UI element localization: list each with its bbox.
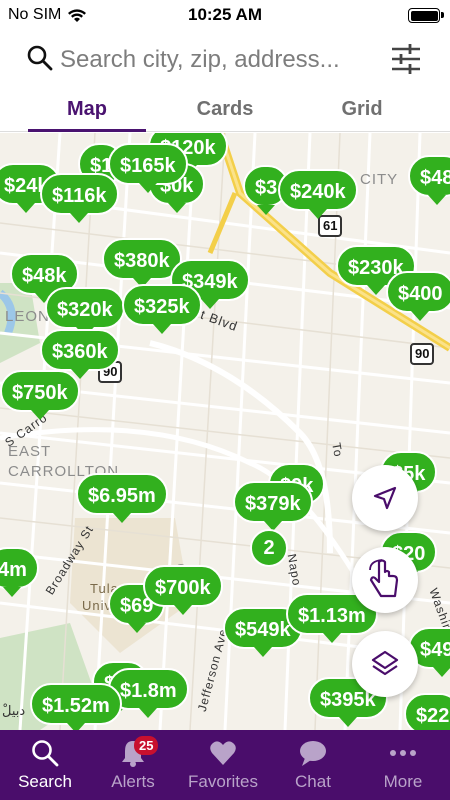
price-pin[interactable]: $325k — [122, 284, 202, 334]
nav-chat[interactable]: Chat — [268, 730, 358, 800]
nav-label: Alerts — [111, 772, 155, 791]
price-pin[interactable]: $400 — [386, 271, 450, 321]
battery-cap — [441, 12, 444, 18]
price-pin[interactable]: $700k — [143, 565, 223, 615]
map-label-leon: LEON — [5, 308, 50, 325]
map-label-city: CITY — [360, 171, 399, 188]
nav-search[interactable]: Search — [0, 730, 90, 800]
tab-grid[interactable]: Grid — [287, 88, 437, 132]
search-input[interactable] — [60, 42, 380, 78]
search-icon — [32, 740, 59, 767]
nav-label: More — [383, 772, 423, 791]
price-pin[interactable]: $380k — [102, 238, 182, 288]
map-label-arabic: ْدبيل — [2, 703, 26, 718]
listing-cluster[interactable]: 2 — [250, 529, 288, 567]
price-pin[interactable]: $1.52m — [30, 683, 122, 730]
alerts-badge: 25 — [134, 736, 159, 755]
draw-search-button[interactable] — [352, 547, 418, 613]
price-pin[interactable]: $116k — [40, 173, 119, 223]
price-pin[interactable]: $379k — [233, 481, 313, 531]
status-bar: No SIM 10:25 AM — [0, 0, 450, 32]
price-pin[interactable]: $360k — [40, 329, 120, 379]
nav-more[interactable]: More — [358, 730, 448, 800]
nav-alerts[interactable]: 25 Alerts — [88, 730, 178, 800]
price-pin[interactable]: $240k — [278, 169, 358, 219]
more-icon — [390, 750, 416, 756]
map-layers-icon — [371, 650, 399, 676]
price-pin[interactable]: $6.95m — [76, 473, 168, 523]
chat-icon — [300, 741, 326, 766]
search-icon — [27, 45, 53, 71]
tab-cards[interactable]: Cards — [150, 88, 300, 132]
map-label-to: To — [329, 441, 346, 459]
locate-me-icon — [373, 486, 397, 510]
nav-label: Favorites — [188, 772, 258, 791]
route-sign-90: 90 — [410, 343, 435, 365]
draw-search-icon — [369, 559, 399, 598]
bottom-nav: Search 25 Alerts Favorites Chat More — [0, 730, 450, 800]
nav-label: Chat — [295, 772, 331, 791]
tab-map[interactable]: Map — [12, 88, 162, 132]
battery-icon — [408, 8, 440, 23]
price-pin[interactable]: $750k — [0, 370, 80, 420]
clock: 10:25 AM — [187, 5, 262, 24]
price-pin[interactable]: $48 — [408, 155, 450, 205]
nav-label: Search — [18, 772, 72, 791]
price-pin[interactable]: $22 — [404, 693, 450, 730]
search-bar — [0, 32, 450, 88]
map-layers-button[interactable] — [352, 631, 418, 697]
active-tab-indicator — [28, 129, 146, 132]
price-pin[interactable]: $165k — [108, 143, 188, 193]
filter-sliders-icon[interactable] — [390, 42, 422, 76]
locate-me-button[interactable] — [352, 465, 418, 531]
price-pin[interactable]: $320k — [45, 287, 125, 337]
map-view[interactable]: CITY EAST CARROLLTON LEON t Blvd S Carro… — [0, 133, 450, 730]
heart-icon — [210, 741, 236, 765]
nav-favorites[interactable]: Favorites — [178, 730, 268, 800]
view-tabs: Map Cards Grid — [0, 88, 450, 132]
